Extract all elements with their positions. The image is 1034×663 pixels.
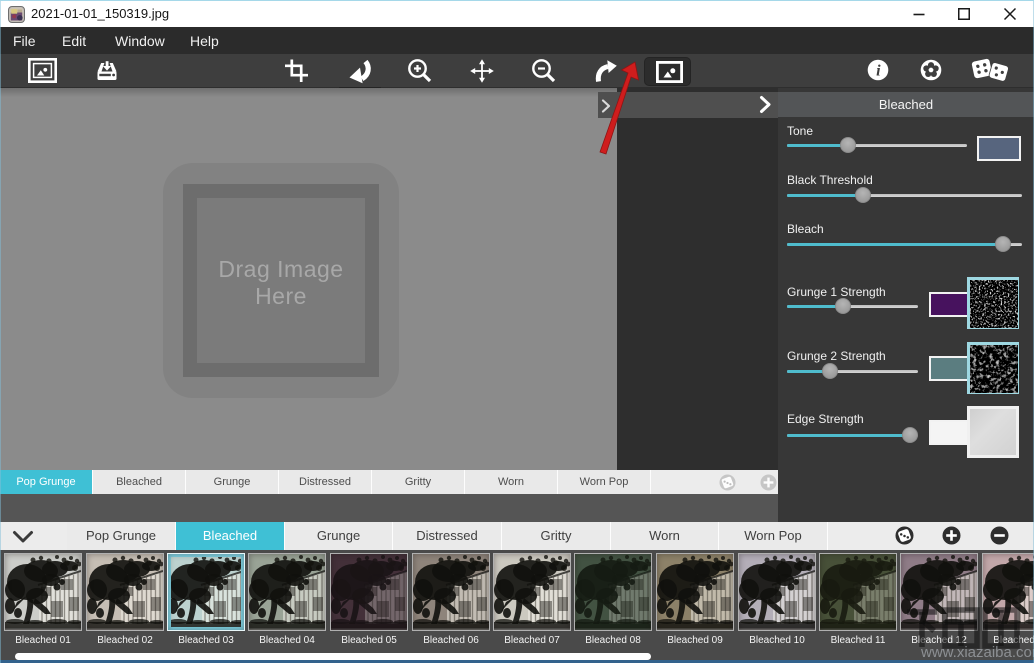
svg-text:i: i (876, 63, 881, 80)
